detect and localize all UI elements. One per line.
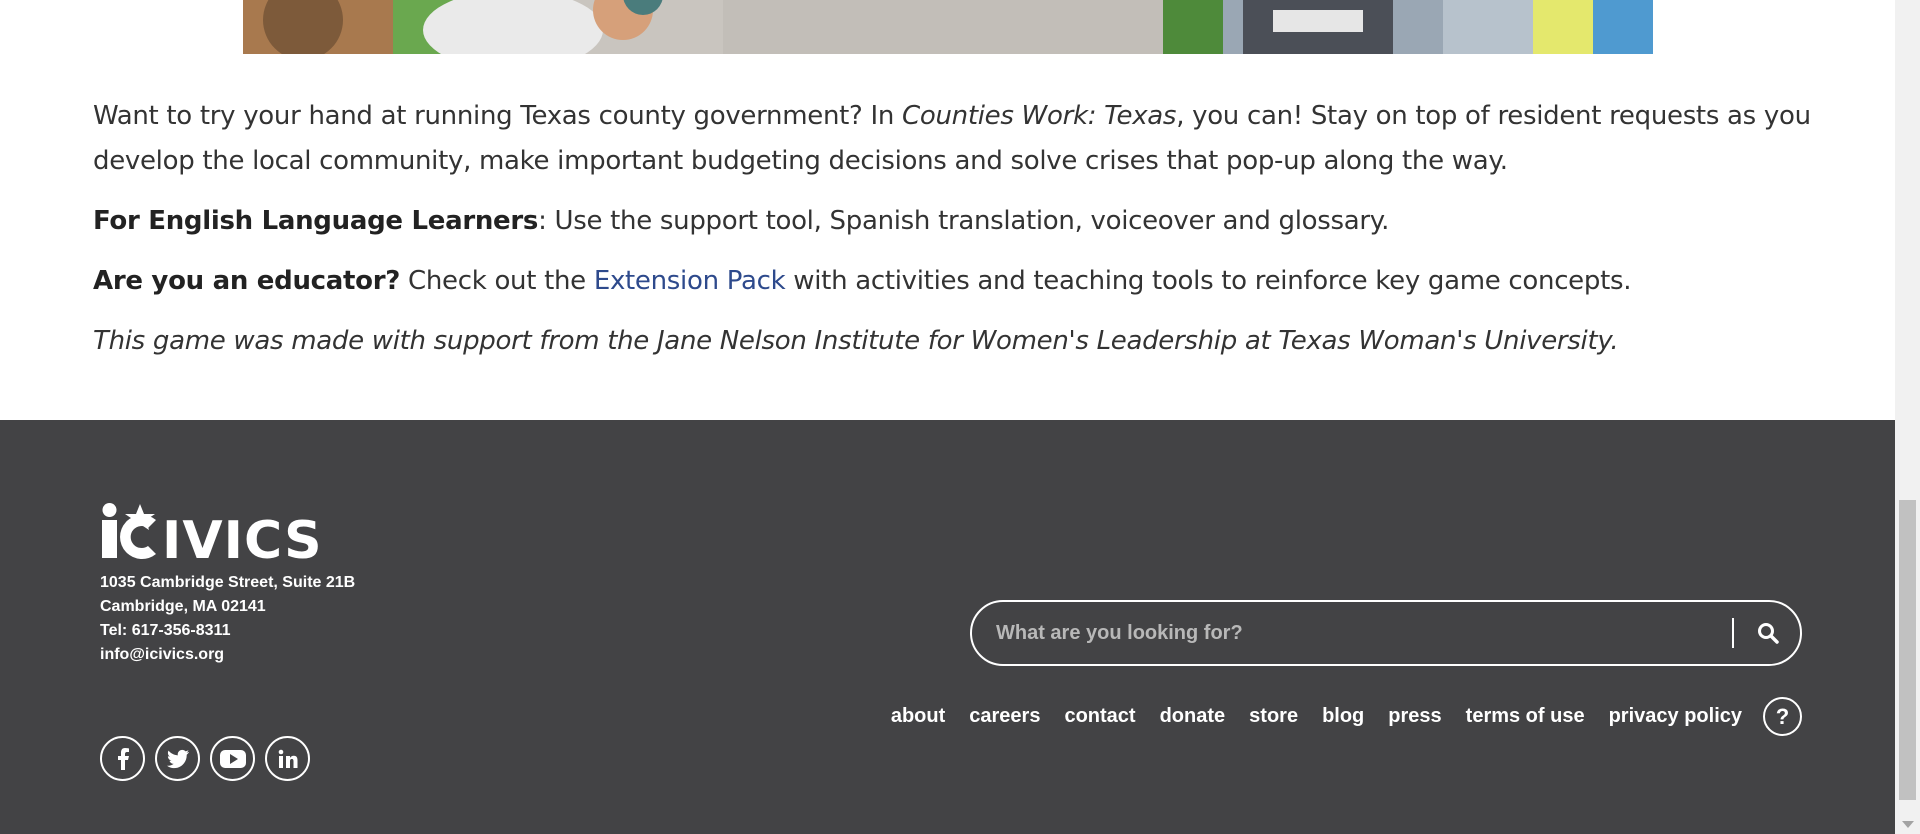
nav-contact[interactable]: contact xyxy=(1064,705,1135,728)
educator-text-end: with activities and teaching tools to re… xyxy=(785,266,1632,296)
game-hero-image xyxy=(243,0,1653,54)
nav-donate[interactable]: donate xyxy=(1160,705,1226,728)
icivics-logo[interactable]: IVICS xyxy=(100,502,330,571)
nav-about[interactable]: about xyxy=(891,705,945,728)
educator-text-start: Check out the xyxy=(400,266,594,296)
ell-heading: For English Language Learners xyxy=(93,206,539,236)
linkedin-icon[interactable] xyxy=(265,736,310,781)
svg-text:IVICS: IVICS xyxy=(162,511,323,560)
intro-text-start: Want to try your hand at running Texas c… xyxy=(93,101,903,131)
facebook-icon[interactable] xyxy=(100,736,145,781)
educator-heading: Are you an educator? xyxy=(93,266,401,296)
scrollbar-thumb[interactable] xyxy=(1899,500,1916,800)
search-icon xyxy=(1758,623,1779,644)
help-icon[interactable]: ? xyxy=(1763,697,1802,736)
nav-press[interactable]: press xyxy=(1388,705,1441,728)
youtube-icon[interactable] xyxy=(210,736,255,781)
social-links xyxy=(100,736,310,781)
address-line-1: 1035 Cambridge Street, Suite 21B xyxy=(100,574,356,591)
twitter-icon[interactable] xyxy=(155,736,200,781)
email-address: info@icivics.org xyxy=(100,646,225,663)
address-line-2: Cambridge, MA 02141 xyxy=(100,598,266,615)
hero-artwork xyxy=(243,0,1653,54)
page-scrollbar[interactable] xyxy=(1895,0,1920,834)
icivics-logo-mark: IVICS xyxy=(102,503,323,571)
extension-pack-link[interactable]: Extension Pack xyxy=(594,266,786,296)
nav-blog[interactable]: blog xyxy=(1322,705,1364,728)
ell-paragraph: For English Language Learners: Use the s… xyxy=(93,199,1873,244)
search-divider xyxy=(1732,618,1734,648)
game-description: Want to try your hand at running Texas c… xyxy=(93,94,1873,379)
game-title-italic: Counties Work: Texas xyxy=(902,101,1177,131)
ell-text: : Use the support tool, Spanish translat… xyxy=(538,206,1390,236)
search-input[interactable] xyxy=(972,602,1732,664)
intro-paragraph: Want to try your hand at running Texas c… xyxy=(93,94,1873,184)
nav-privacy-policy[interactable]: privacy policy xyxy=(1609,705,1742,728)
footer-nav: about careers contact donate store blog … xyxy=(867,697,1802,736)
nav-terms-of-use[interactable]: terms of use xyxy=(1466,705,1585,728)
educator-paragraph: Are you an educator? Check out the Exten… xyxy=(93,259,1873,304)
site-footer: IVICS 1035 Cambridge Street, Suite 21B C… xyxy=(0,420,1895,834)
footer-search xyxy=(970,600,1802,666)
contact-address: 1035 Cambridge Street, Suite 21B Cambrid… xyxy=(100,571,355,667)
phone-number: Tel: 617-356-8311 xyxy=(100,622,231,639)
nav-careers[interactable]: careers xyxy=(969,705,1040,728)
nav-store[interactable]: store xyxy=(1249,705,1298,728)
search-button[interactable] xyxy=(1746,611,1790,655)
scroll-down-arrow-icon[interactable] xyxy=(1902,821,1914,828)
support-credit-paragraph: This game was made with support from the… xyxy=(93,326,1619,356)
